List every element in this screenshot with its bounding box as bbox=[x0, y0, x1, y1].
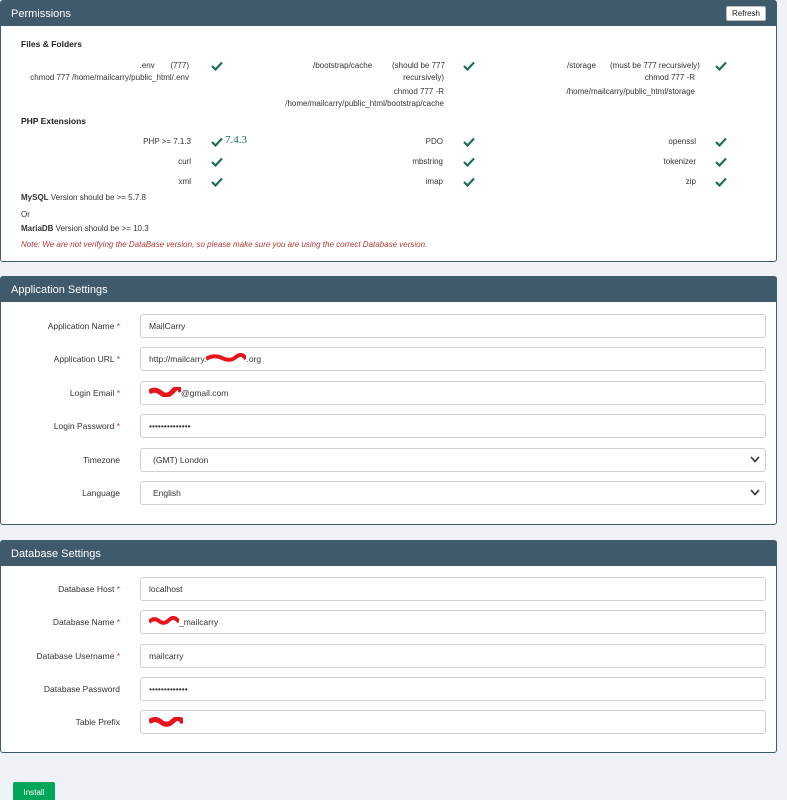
or-text: Or bbox=[21, 210, 30, 219]
check-icon bbox=[463, 177, 475, 187]
timezone-value: (GMT) London bbox=[140, 448, 766, 472]
language-value: English bbox=[140, 481, 766, 505]
db-host-label: Database Host * bbox=[58, 584, 120, 594]
ext-curl: curl bbox=[178, 157, 191, 166]
php-extensions-heading: PHP Extensions bbox=[21, 116, 87, 126]
timezone-label: Timezone bbox=[82, 455, 120, 465]
mariadb-requirement: MariaDB Version should be >= 10.3 bbox=[21, 224, 149, 233]
db-password-row: Database Password ••••••••••••• bbox=[1, 677, 776, 701]
db-username-label: Database Username * bbox=[36, 651, 120, 661]
ext-imap: imap bbox=[425, 177, 443, 186]
php-version-value: 7.4.3 bbox=[225, 134, 247, 146]
db-password-input[interactable]: ••••••••••••• bbox=[140, 677, 766, 701]
application-settings-header: Application Settings bbox=[1, 277, 776, 302]
check-icon bbox=[211, 61, 223, 71]
table-prefix-input[interactable] bbox=[140, 710, 766, 734]
db-host-row: Database Host * localhost bbox=[1, 577, 776, 601]
storage-cmd: chmod 777 -R bbox=[644, 73, 695, 82]
bootstrap-note2: recursively) bbox=[403, 73, 444, 82]
db-password-label: Database Password bbox=[43, 684, 120, 694]
database-settings-title: Database Settings bbox=[11, 547, 101, 560]
bootstrap-cmd: chmod 777 -R bbox=[393, 87, 444, 96]
login-password-input[interactable]: •••••••••••••• bbox=[140, 414, 766, 438]
check-icon bbox=[463, 157, 475, 167]
ext-zip: zip bbox=[685, 177, 696, 186]
bootstrap-path: /bootstrap/cache bbox=[313, 61, 373, 70]
files-folders-heading: Files & Folders bbox=[21, 39, 82, 49]
bootstrap-cmd2: /home/mailcarry/public_html/bootstrap/ca… bbox=[285, 99, 444, 108]
application-settings-title: Application Settings bbox=[11, 283, 108, 296]
check-icon bbox=[211, 137, 223, 147]
chevron-down-icon bbox=[750, 456, 760, 463]
application-settings-panel: Application Settings Application Name * … bbox=[0, 276, 777, 525]
ext-openssl: openssl bbox=[668, 137, 696, 146]
permissions-panel: Permissions Refresh Files & Folders .env… bbox=[0, 0, 777, 262]
check-icon bbox=[715, 137, 727, 147]
mysql-requirement: MySQL Version should be >= 5.7.8 bbox=[21, 193, 146, 202]
app-name-label: Application Name * bbox=[47, 321, 120, 331]
check-icon bbox=[211, 177, 223, 187]
storage-path: /storage bbox=[567, 61, 596, 70]
bootstrap-note: (should be 777 bbox=[392, 61, 445, 70]
table-prefix-label: Table Prefix bbox=[75, 717, 120, 727]
check-icon bbox=[463, 61, 475, 71]
redaction-mark bbox=[147, 615, 181, 625]
permissions-title: Permissions bbox=[11, 7, 71, 20]
login-email-input[interactable]: @gmail.com bbox=[140, 381, 766, 405]
check-icon bbox=[715, 157, 727, 167]
login-password-row: Login Password * •••••••••••••• bbox=[1, 414, 776, 438]
redaction-mark bbox=[147, 385, 184, 398]
login-password-label: Login Password * bbox=[53, 421, 120, 431]
db-host-input[interactable]: localhost bbox=[140, 577, 766, 601]
app-url-input[interactable]: http://mailcarry. .org bbox=[140, 347, 766, 371]
ext-xml: xml bbox=[178, 177, 191, 186]
check-icon bbox=[715, 61, 727, 71]
app-name-row: Application Name * MailCarry bbox=[1, 314, 776, 338]
language-row: Language English bbox=[1, 481, 776, 505]
check-icon bbox=[463, 137, 475, 147]
db-name-input[interactable]: _mailcarry bbox=[140, 610, 766, 634]
refresh-button[interactable]: Refresh bbox=[725, 6, 766, 21]
database-settings-header: Database Settings bbox=[1, 541, 776, 566]
env-path: .env (777) bbox=[139, 61, 189, 70]
language-select[interactable]: English bbox=[140, 481, 766, 505]
db-name-label: Database Name * bbox=[52, 617, 120, 627]
ext-mbstring: mbstring bbox=[412, 157, 443, 166]
chevron-down-icon bbox=[750, 489, 760, 496]
timezone-select[interactable]: (GMT) London bbox=[140, 448, 766, 472]
ext-tokenizer: tokenizer bbox=[663, 157, 696, 166]
ext-pdo: PDO bbox=[425, 137, 443, 146]
db-username-row: Database Username * mailcarry bbox=[1, 644, 776, 668]
table-prefix-row: Table Prefix bbox=[1, 710, 776, 734]
redaction-mark bbox=[205, 352, 249, 362]
check-icon bbox=[715, 177, 727, 187]
storage-note: (must be 777 recursively) bbox=[610, 61, 700, 70]
php-version-label: PHP >= 7.1.3 bbox=[143, 137, 191, 146]
redaction-mark bbox=[147, 715, 186, 727]
env-cmd: chmod 777 /home/mailcarry/public_html/.e… bbox=[30, 73, 189, 82]
db-version-note: Note: We are not verifying the DataBase … bbox=[21, 240, 428, 249]
login-email-label: Login Email * bbox=[69, 388, 120, 398]
database-settings-panel: Database Settings Database Host * localh… bbox=[0, 540, 777, 753]
db-name-row: Database Name * _mailcarry bbox=[1, 610, 776, 634]
install-button[interactable]: Install bbox=[13, 782, 55, 800]
app-name-input[interactable]: MailCarry bbox=[140, 314, 766, 338]
db-username-input[interactable]: mailcarry bbox=[140, 644, 766, 668]
app-url-label: Application URL * bbox=[53, 354, 120, 364]
permissions-header: Permissions Refresh bbox=[1, 1, 776, 26]
app-url-row: Application URL * http://mailcarry. .org bbox=[1, 347, 776, 371]
check-icon bbox=[211, 157, 223, 167]
login-email-row: Login Email * @gmail.com bbox=[1, 381, 776, 405]
timezone-row: Timezone (GMT) London bbox=[1, 448, 776, 472]
storage-cmd2: /home/mailcarry/public_html/storage bbox=[566, 87, 696, 96]
language-label: Language bbox=[82, 488, 120, 498]
